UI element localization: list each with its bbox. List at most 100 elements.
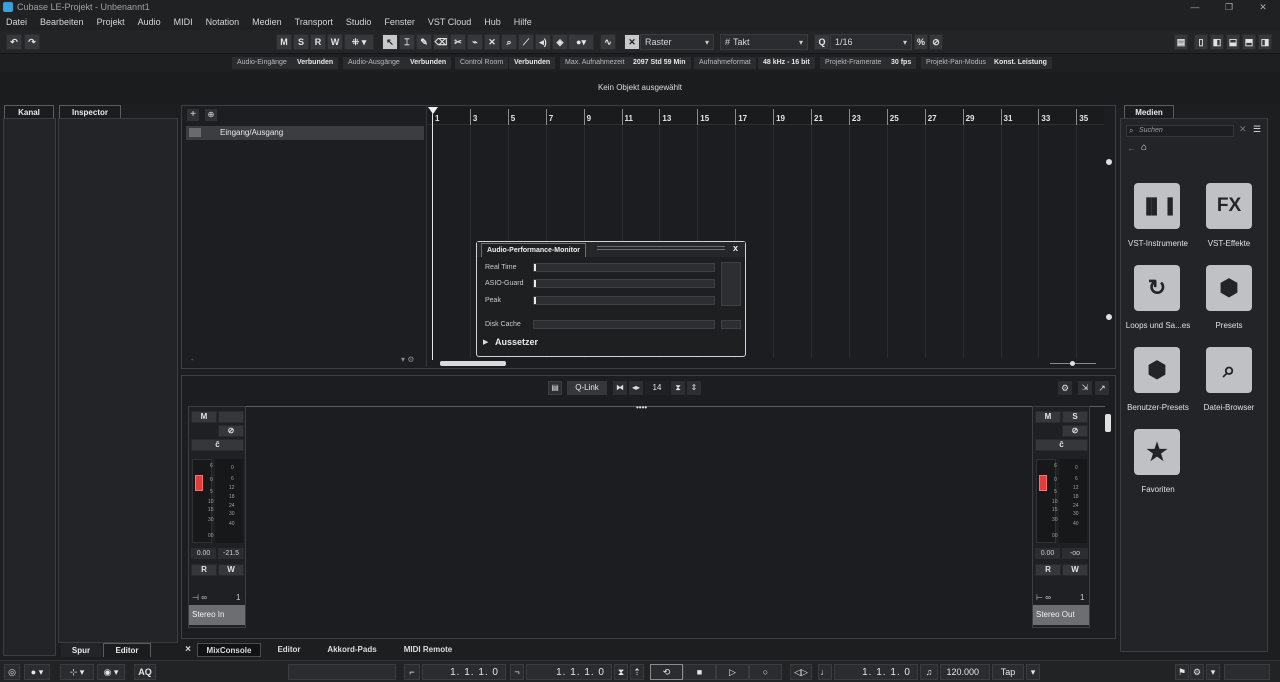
vst-effects-icon[interactable]: FX bbox=[1206, 183, 1252, 229]
menu-audio[interactable]: Audio bbox=[132, 17, 168, 27]
dropouts-label[interactable]: Aussetzer bbox=[495, 337, 538, 347]
add-track-icon[interactable]: + bbox=[187, 109, 199, 121]
tempo-value[interactable]: 120.000 bbox=[940, 664, 990, 680]
loops-samples-icon[interactable]: ↻ bbox=[1134, 265, 1180, 311]
channel-swap-icon[interactable]: ◂▸ bbox=[629, 381, 643, 395]
punch-icon[interactable]: ⊹ ▾ bbox=[60, 664, 94, 680]
color-palette-icon[interactable]: ●▾ bbox=[568, 34, 594, 50]
vertical-scroll-knob[interactable] bbox=[1106, 159, 1112, 165]
mute-tool-icon[interactable]: ✕ bbox=[484, 34, 500, 50]
horizontal-scrollbar-thumb[interactable] bbox=[440, 361, 506, 366]
output-routing-icon[interactable]: ⊢ ∞ bbox=[1036, 593, 1051, 602]
metronome-icon[interactable]: ◉ ▾ bbox=[97, 664, 125, 680]
mixer-settings-gear-icon[interactable]: ⚙ bbox=[1058, 381, 1072, 395]
activity-icon[interactable]: ◎ bbox=[4, 664, 20, 680]
channel-name[interactable]: Stereo In bbox=[189, 605, 245, 625]
overload-indicator[interactable] bbox=[721, 262, 741, 306]
home-icon[interactable]: ⌂ bbox=[1141, 142, 1147, 153]
drag-handle-icon[interactable]: •••• bbox=[636, 403, 647, 412]
vst-instruments-icon[interactable]: ▐▌▐ bbox=[1134, 183, 1180, 229]
mute-button[interactable]: M bbox=[1035, 411, 1061, 423]
q-link-button[interactable]: Q-Link bbox=[567, 381, 607, 395]
snap-type-select[interactable]: Raster ▾ bbox=[640, 34, 714, 50]
left-locator-value[interactable]: 1. 1. 1. 0 bbox=[422, 664, 506, 680]
volume-value[interactable]: 0.00 bbox=[191, 548, 216, 559]
vertical-scrollbar[interactable] bbox=[1104, 126, 1114, 358]
marker-icon[interactable]: ⚑ bbox=[1175, 664, 1189, 680]
left-zone2-icon[interactable]: ◧ bbox=[1210, 34, 1224, 50]
input-routing-icon[interactable]: ⊣ ∞ bbox=[192, 593, 207, 602]
menu-hub[interactable]: Hub bbox=[478, 17, 508, 27]
presets-icon[interactable]: ⬢ bbox=[1206, 265, 1252, 311]
split-tool-icon[interactable]: ✂ bbox=[450, 34, 466, 50]
tab-mixconsole[interactable]: MixConsole bbox=[197, 643, 261, 657]
percent-icon[interactable]: % bbox=[914, 34, 928, 50]
solo-button[interactable]: S bbox=[1062, 411, 1088, 423]
locator-up-icon[interactable]: ⇡ bbox=[630, 664, 644, 680]
tab-medien[interactable]: Medien bbox=[1124, 105, 1174, 119]
right-locator-icon[interactable]: ¬ bbox=[510, 664, 524, 680]
draw-tool-icon[interactable]: ✎ bbox=[416, 34, 432, 50]
tab-editor[interactable]: Editor bbox=[267, 643, 311, 657]
lower-zone-icon[interactable]: ⬓ bbox=[1226, 34, 1240, 50]
stop-icon[interactable]: ■ bbox=[683, 664, 716, 680]
phase-icon[interactable]: ĉ bbox=[1035, 439, 1088, 451]
ruler[interactable]: 1 3 5 7 9 11 13 15 17 19 21 23 25 27 29 31 33 35 bbox=[428, 107, 1104, 125]
follow-icon[interactable]: ◁▷ bbox=[790, 664, 812, 680]
cycle-icon[interactable]: ⟲ bbox=[650, 664, 683, 680]
redo-icon[interactable]: ↷ bbox=[24, 34, 40, 50]
channel-name[interactable]: Stereo Out bbox=[1033, 605, 1089, 625]
fader-handle[interactable] bbox=[195, 475, 203, 491]
menu-fenster[interactable]: Fenster bbox=[378, 17, 422, 27]
undo-icon[interactable]: ↶ bbox=[6, 34, 22, 50]
menu-datei[interactable]: Datei bbox=[0, 17, 34, 27]
menu-vst-cloud[interactable]: VST Cloud bbox=[422, 17, 478, 27]
apm-close-icon[interactable]: x bbox=[733, 243, 738, 253]
locator-swap-icon[interactable]: ⧗ bbox=[614, 664, 628, 680]
tab-inspector[interactable]: Inspector bbox=[59, 105, 121, 119]
upper-zone-icon[interactable]: ⬒ bbox=[1242, 34, 1256, 50]
grid-type-select[interactable]: # Takt ▾ bbox=[720, 34, 808, 50]
write-button[interactable]: W bbox=[218, 564, 244, 576]
export-icon[interactable]: ⇲ bbox=[1078, 381, 1092, 395]
record-mode-icon[interactable]: ● ▾ bbox=[24, 664, 50, 680]
automation-mode-icon[interactable]: ⁜ ▾ bbox=[344, 34, 374, 50]
snap-toggle-icon[interactable]: ✕ bbox=[624, 34, 640, 50]
vertical-zoom-knob[interactable] bbox=[1106, 314, 1112, 320]
channels-visible-count[interactable]: 14 bbox=[645, 381, 669, 395]
user-presets-icon[interactable]: ⬢ bbox=[1134, 347, 1180, 393]
transport-dropdown-icon[interactable]: ▾ bbox=[1206, 664, 1220, 680]
menu-projekt[interactable]: Projekt bbox=[91, 17, 132, 27]
solo-all-button[interactable]: S bbox=[293, 34, 309, 50]
fader-handle[interactable] bbox=[1039, 475, 1047, 491]
channel-height-icon[interactable]: ⇕ bbox=[687, 381, 701, 395]
open-window-icon[interactable]: ↗ bbox=[1095, 381, 1109, 395]
mute-all-button[interactable]: M bbox=[276, 34, 292, 50]
menu-bearbeiten[interactable]: Bearbeiten bbox=[34, 17, 91, 27]
right-zone-icon[interactable]: ◨ bbox=[1258, 34, 1272, 50]
maximize-icon[interactable]: ❐ bbox=[1212, 0, 1246, 14]
link-icon[interactable]: ⊘ bbox=[929, 34, 943, 50]
menu-studio[interactable]: Studio bbox=[340, 17, 379, 27]
tab-editor-left[interactable]: Editor bbox=[103, 643, 151, 657]
write-all-button[interactable]: W bbox=[327, 34, 343, 50]
tap-tempo-button[interactable]: Tap bbox=[992, 664, 1024, 680]
channel-visibility-icon[interactable]: ▤ bbox=[548, 381, 562, 395]
glue-tool-icon[interactable]: ⌁ bbox=[467, 34, 483, 50]
record-icon[interactable]: ○ bbox=[749, 664, 782, 680]
minimize-icon[interactable]: — bbox=[1178, 0, 1212, 14]
quantize-select[interactable]: 1/16 ▾ bbox=[830, 34, 912, 50]
tempo-track-icon[interactable]: ♫ bbox=[920, 664, 938, 680]
tab-chord-pads[interactable]: Akkord-Pads bbox=[317, 643, 387, 657]
menu-notation[interactable]: Notation bbox=[200, 17, 247, 27]
menu-midi[interactable]: MIDI bbox=[168, 17, 200, 27]
peak-value[interactable]: -oo bbox=[1062, 548, 1088, 559]
left-zone-icon[interactable]: ▯ bbox=[1194, 34, 1208, 50]
track-list-minus-icon[interactable]: - bbox=[191, 355, 194, 364]
clear-search-icon[interactable]: ✕ bbox=[1239, 124, 1247, 135]
tap-chevron-down-icon[interactable]: ▾ bbox=[1026, 664, 1040, 680]
mixer-vertical-scrollbar[interactable] bbox=[1104, 410, 1112, 630]
layout-icon[interactable]: ▤ bbox=[1174, 34, 1188, 50]
read-all-button[interactable]: R bbox=[310, 34, 326, 50]
range-tool-icon[interactable]: ⌶ bbox=[399, 34, 415, 50]
